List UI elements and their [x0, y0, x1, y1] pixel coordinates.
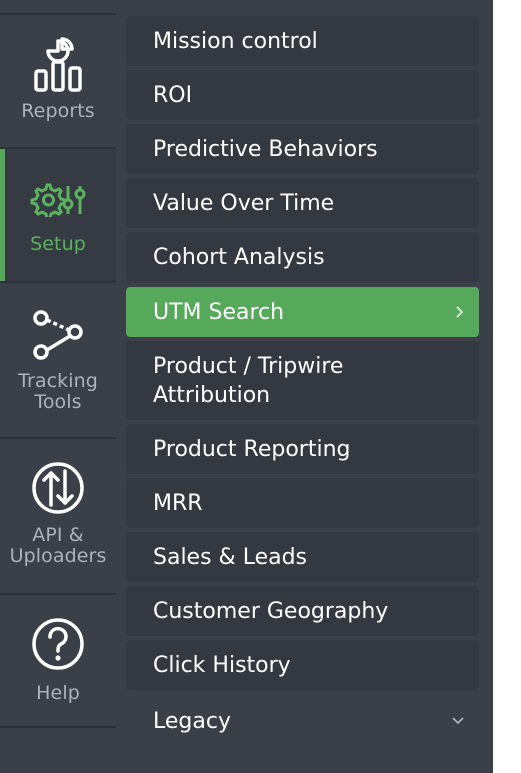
rail-item-help[interactable]: Help [0, 595, 116, 726]
menu-item-label: Product Reporting [153, 436, 351, 462]
menu-item-click-history[interactable]: Click History [126, 640, 479, 690]
menu-item-predictive-behaviors[interactable]: Predictive Behaviors [126, 124, 479, 174]
menu-item-label: Cohort Analysis [153, 244, 325, 270]
setup-submenu: Mission control ROI Predictive Behaviors… [116, 0, 493, 773]
rail-label-setup: Setup [30, 233, 86, 255]
menu-item-roi[interactable]: ROI [126, 70, 479, 120]
menu-item-label: Mission control [153, 28, 318, 54]
sidebar-rail: Reports Setup Tracking Tools API & Uploa… [0, 0, 116, 773]
menu-item-cohort-analysis[interactable]: Cohort Analysis [126, 232, 479, 282]
rail-divider [0, 726, 116, 728]
menu-item-label: Sales & Leads [153, 544, 308, 570]
rail-label-api-uploaders: API & Uploaders [9, 524, 107, 567]
menu-item-label: Value Over Time [153, 190, 335, 216]
menu-item-label: Click History [153, 652, 291, 678]
up-down-arrows-icon [32, 462, 84, 514]
menu-item-mission-control[interactable]: Mission control [126, 16, 479, 66]
menu-item-label: Product / Tripwire Attribution [153, 353, 344, 408]
gear-sliders-icon [30, 183, 86, 217]
menu-item-customer-geography[interactable]: Customer Geography [126, 586, 479, 636]
menu-item-label: UTM Search [153, 299, 285, 325]
menu-item-value-over-time[interactable]: Value Over Time [126, 178, 479, 228]
menu-item-label: MRR [153, 490, 203, 516]
chevron-right-icon [456, 306, 464, 318]
menu-item-label: Predictive Behaviors [153, 136, 378, 162]
page-background [493, 0, 521, 773]
menu-item-sales-leads[interactable]: Sales & Leads [126, 532, 479, 582]
menu-item-label: ROI [153, 82, 193, 108]
rail-item-api-uploaders[interactable]: API & Uploaders [0, 439, 116, 593]
menu-item-label: Legacy [153, 708, 231, 734]
rail-label-tracking-tools: Tracking Tools [18, 370, 98, 413]
menu-item-utm-search[interactable]: UTM Search [126, 287, 479, 337]
rail-item-setup[interactable]: Setup [0, 149, 116, 281]
rail-label-reports: Reports [21, 100, 95, 122]
rail-item-reports[interactable]: Reports [0, 15, 116, 147]
rail-label-help: Help [36, 682, 80, 704]
question-circle-icon [32, 618, 84, 670]
rail-item-tracking-tools[interactable]: Tracking Tools [0, 283, 116, 437]
menu-item-mrr[interactable]: MRR [126, 478, 479, 528]
tracking-nodes-icon [33, 310, 83, 360]
menu-item-label: Customer Geography [153, 598, 389, 624]
menu-item-product-tripwire-attribution[interactable]: Product / Tripwire Attribution [126, 341, 479, 420]
active-indicator [0, 149, 5, 281]
reports-chart-icon [34, 37, 82, 92]
chevron-down-icon [452, 717, 464, 725]
menu-item-legacy[interactable]: Legacy [126, 694, 479, 748]
menu-item-product-reporting[interactable]: Product Reporting [126, 424, 479, 474]
